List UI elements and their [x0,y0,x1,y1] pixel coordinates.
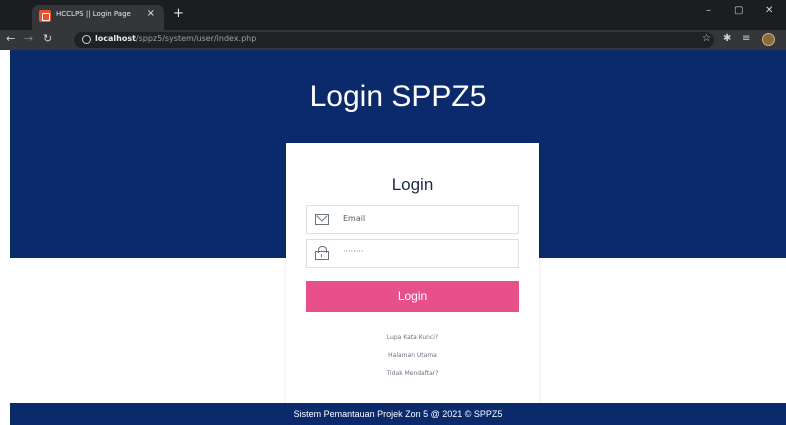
page-title: Login SPPZ5 [309,80,487,113]
tab-title: HCCLPS || Login Page [56,10,131,18]
browser-toolbar: ← → ↻ localhost/sppz5/system/user/index.… [0,30,786,50]
close-tab-icon[interactable]: × [147,9,155,19]
lock-icon [315,246,329,260]
address-url: localhost/sppz5/system/user/index.php [95,34,256,43]
password-value: ········ [343,247,364,256]
address-bar[interactable]: localhost/sppz5/system/user/index.php [74,32,714,48]
new-tab-button[interactable]: + [173,7,184,20]
bookmark-star-icon[interactable]: ☆ [702,33,711,45]
reading-list-icon[interactable]: ≡ [742,33,750,45]
page-content: Login SPPZ5 Login Email ········ Login L… [10,50,786,425]
browser-window: HCCLPS || Login Page × + – ▢ ✕ ← → ↻ loc… [0,0,786,425]
site-info-icon[interactable] [82,35,91,44]
forgot-password-link[interactable]: Lupa Kata Kunci? [286,334,539,341]
url-path: /sppz5/system/user/index.php [135,34,257,43]
url-host: localhost [95,34,136,43]
reload-icon[interactable]: ↻ [43,33,52,45]
site-favicon-icon [39,10,51,22]
email-placeholder: Email [343,214,366,223]
close-window-button[interactable]: ✕ [765,6,773,16]
login-heading: Login [391,175,434,194]
tab-login-page[interactable]: HCCLPS || Login Page × [32,5,164,30]
minimize-button[interactable]: – [706,6,711,16]
envelope-icon [315,214,329,225]
page-footer: Sistem Pemantauan Projek Zon 5 @ 2021 © … [10,403,786,425]
maximize-button[interactable]: ▢ [734,6,743,16]
email-field[interactable]: Email [306,205,519,234]
profile-avatar-icon[interactable] [762,33,775,46]
extensions-icon[interactable]: ✱ [723,33,731,45]
login-card: Login Email ········ Login Lupa Kata Kun… [286,143,539,408]
forward-arrow-icon[interactable]: → [24,33,33,45]
back-arrow-icon[interactable]: ← [6,33,15,45]
login-button[interactable]: Login [306,281,519,312]
password-field[interactable]: ········ [306,239,519,268]
home-page-link[interactable]: Halaman Utama [286,352,539,359]
register-link[interactable]: Tidak Mendaftar? [286,370,539,377]
tab-strip: HCCLPS || Login Page × + – ▢ ✕ [0,0,786,30]
